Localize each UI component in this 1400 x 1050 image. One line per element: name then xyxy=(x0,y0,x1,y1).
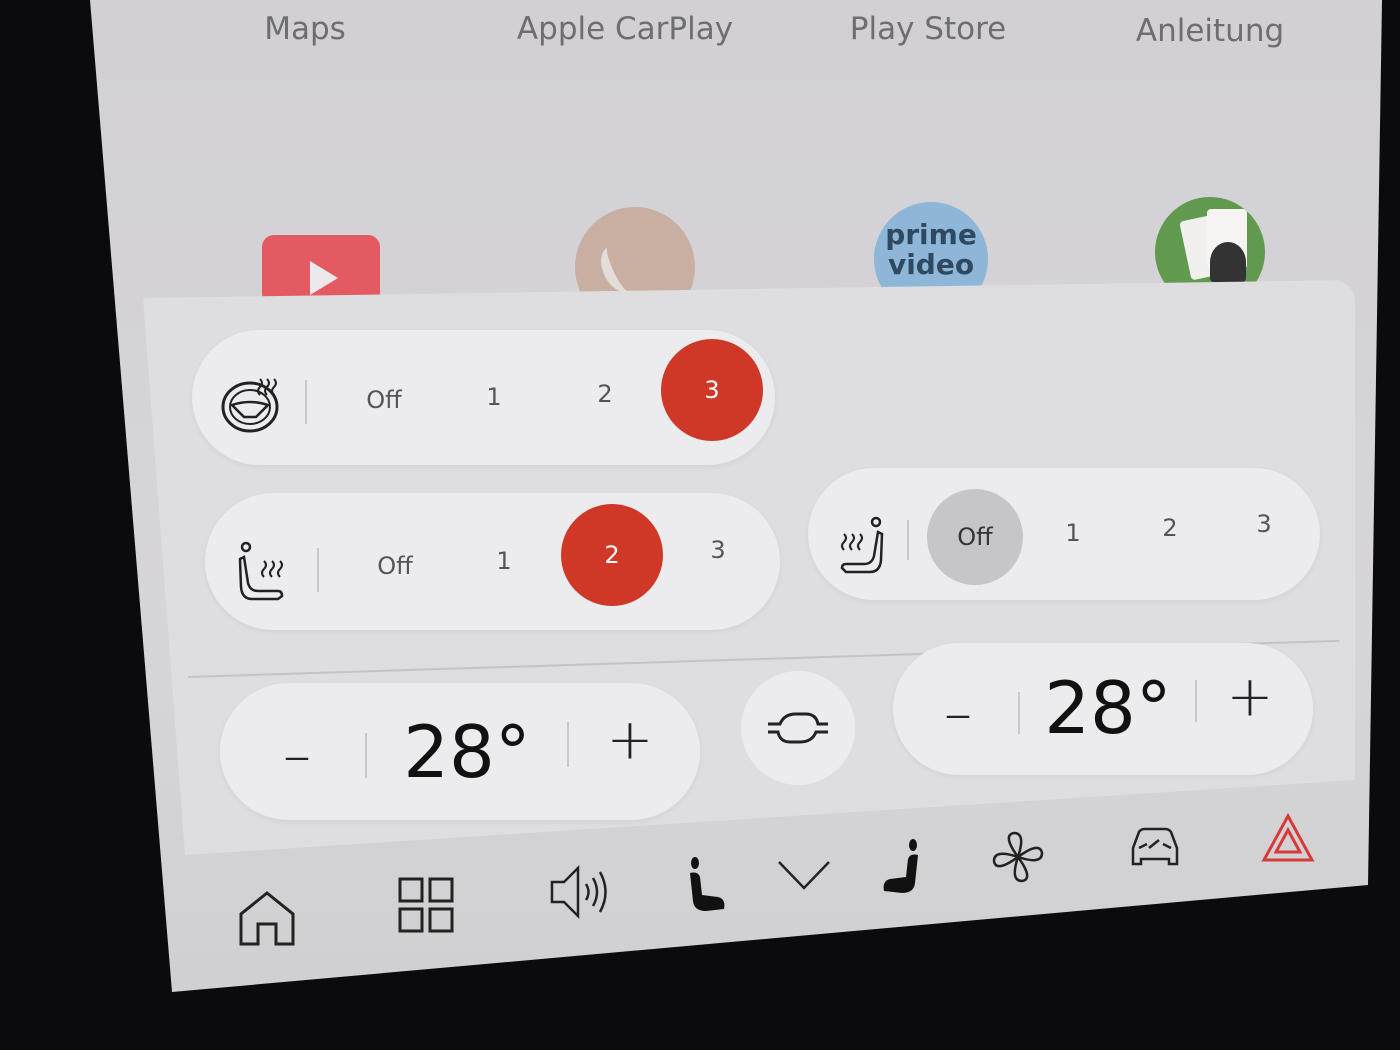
app-label-anleitung[interactable]: Anleitung xyxy=(1136,13,1284,49)
steering-wheel-heat-icon xyxy=(221,378,279,433)
driver-seat-heat-1[interactable]: 1 xyxy=(496,547,511,575)
right-temp-plus[interactable]: + xyxy=(1227,665,1274,730)
passenger-seat-heat-off-selected[interactable]: Off xyxy=(927,489,1023,585)
sync-temperature-icon xyxy=(768,712,828,744)
passenger-seat-icon[interactable] xyxy=(880,839,920,895)
left-temp-minus[interactable]: – xyxy=(283,724,311,789)
driver-seat-icon[interactable] xyxy=(688,857,728,913)
driver-seat-heat-2-selected[interactable]: 2 xyxy=(561,504,663,606)
hazard-icon[interactable] xyxy=(1261,812,1315,862)
car-icon[interactable] xyxy=(1127,826,1183,870)
video-text: video xyxy=(887,248,975,281)
driver-seat-heat-off[interactable]: Off xyxy=(377,552,412,580)
car-display: Maps Apple CarPlay Play Store Anleitung … xyxy=(90,0,1382,992)
youtube-icon[interactable] xyxy=(262,235,380,305)
left-temp-value: 28° xyxy=(403,710,531,794)
passenger-seat-heat-1[interactable]: 1 xyxy=(1065,519,1080,547)
steering-heat-1[interactable]: 1 xyxy=(486,383,501,411)
sync-temperature-button[interactable] xyxy=(741,671,855,785)
app-label-maps[interactable]: Maps xyxy=(264,11,346,47)
passenger-seat-heat-3[interactable]: 3 xyxy=(1256,510,1271,538)
passenger-seat-heat-control xyxy=(808,468,1320,600)
chevron-down-icon[interactable] xyxy=(777,860,831,890)
app-label-carplay[interactable]: Apple CarPlay xyxy=(517,11,733,47)
seat-heat-right-icon xyxy=(840,516,884,574)
right-temp-value: 28° xyxy=(1044,666,1172,750)
driver-seat-heat-3[interactable]: 3 xyxy=(710,536,725,564)
app-label-play-store[interactable]: Play Store xyxy=(850,11,1006,47)
home-icon[interactable] xyxy=(238,890,296,946)
prime-text: prime xyxy=(885,218,977,251)
seat-heat-left-icon xyxy=(238,541,284,601)
left-temp-plus[interactable]: + xyxy=(607,708,654,773)
steering-heat-off[interactable]: Off xyxy=(366,386,401,414)
steering-heat-3-selected[interactable]: 3 xyxy=(661,339,763,441)
steering-heat-2[interactable]: 2 xyxy=(597,380,612,408)
right-temp-minus[interactable]: – xyxy=(944,682,972,747)
apps-grid-icon[interactable] xyxy=(398,877,454,933)
passenger-seat-heat-2[interactable]: 2 xyxy=(1162,514,1177,542)
volume-icon[interactable] xyxy=(550,864,610,920)
fan-icon[interactable] xyxy=(992,831,1044,883)
